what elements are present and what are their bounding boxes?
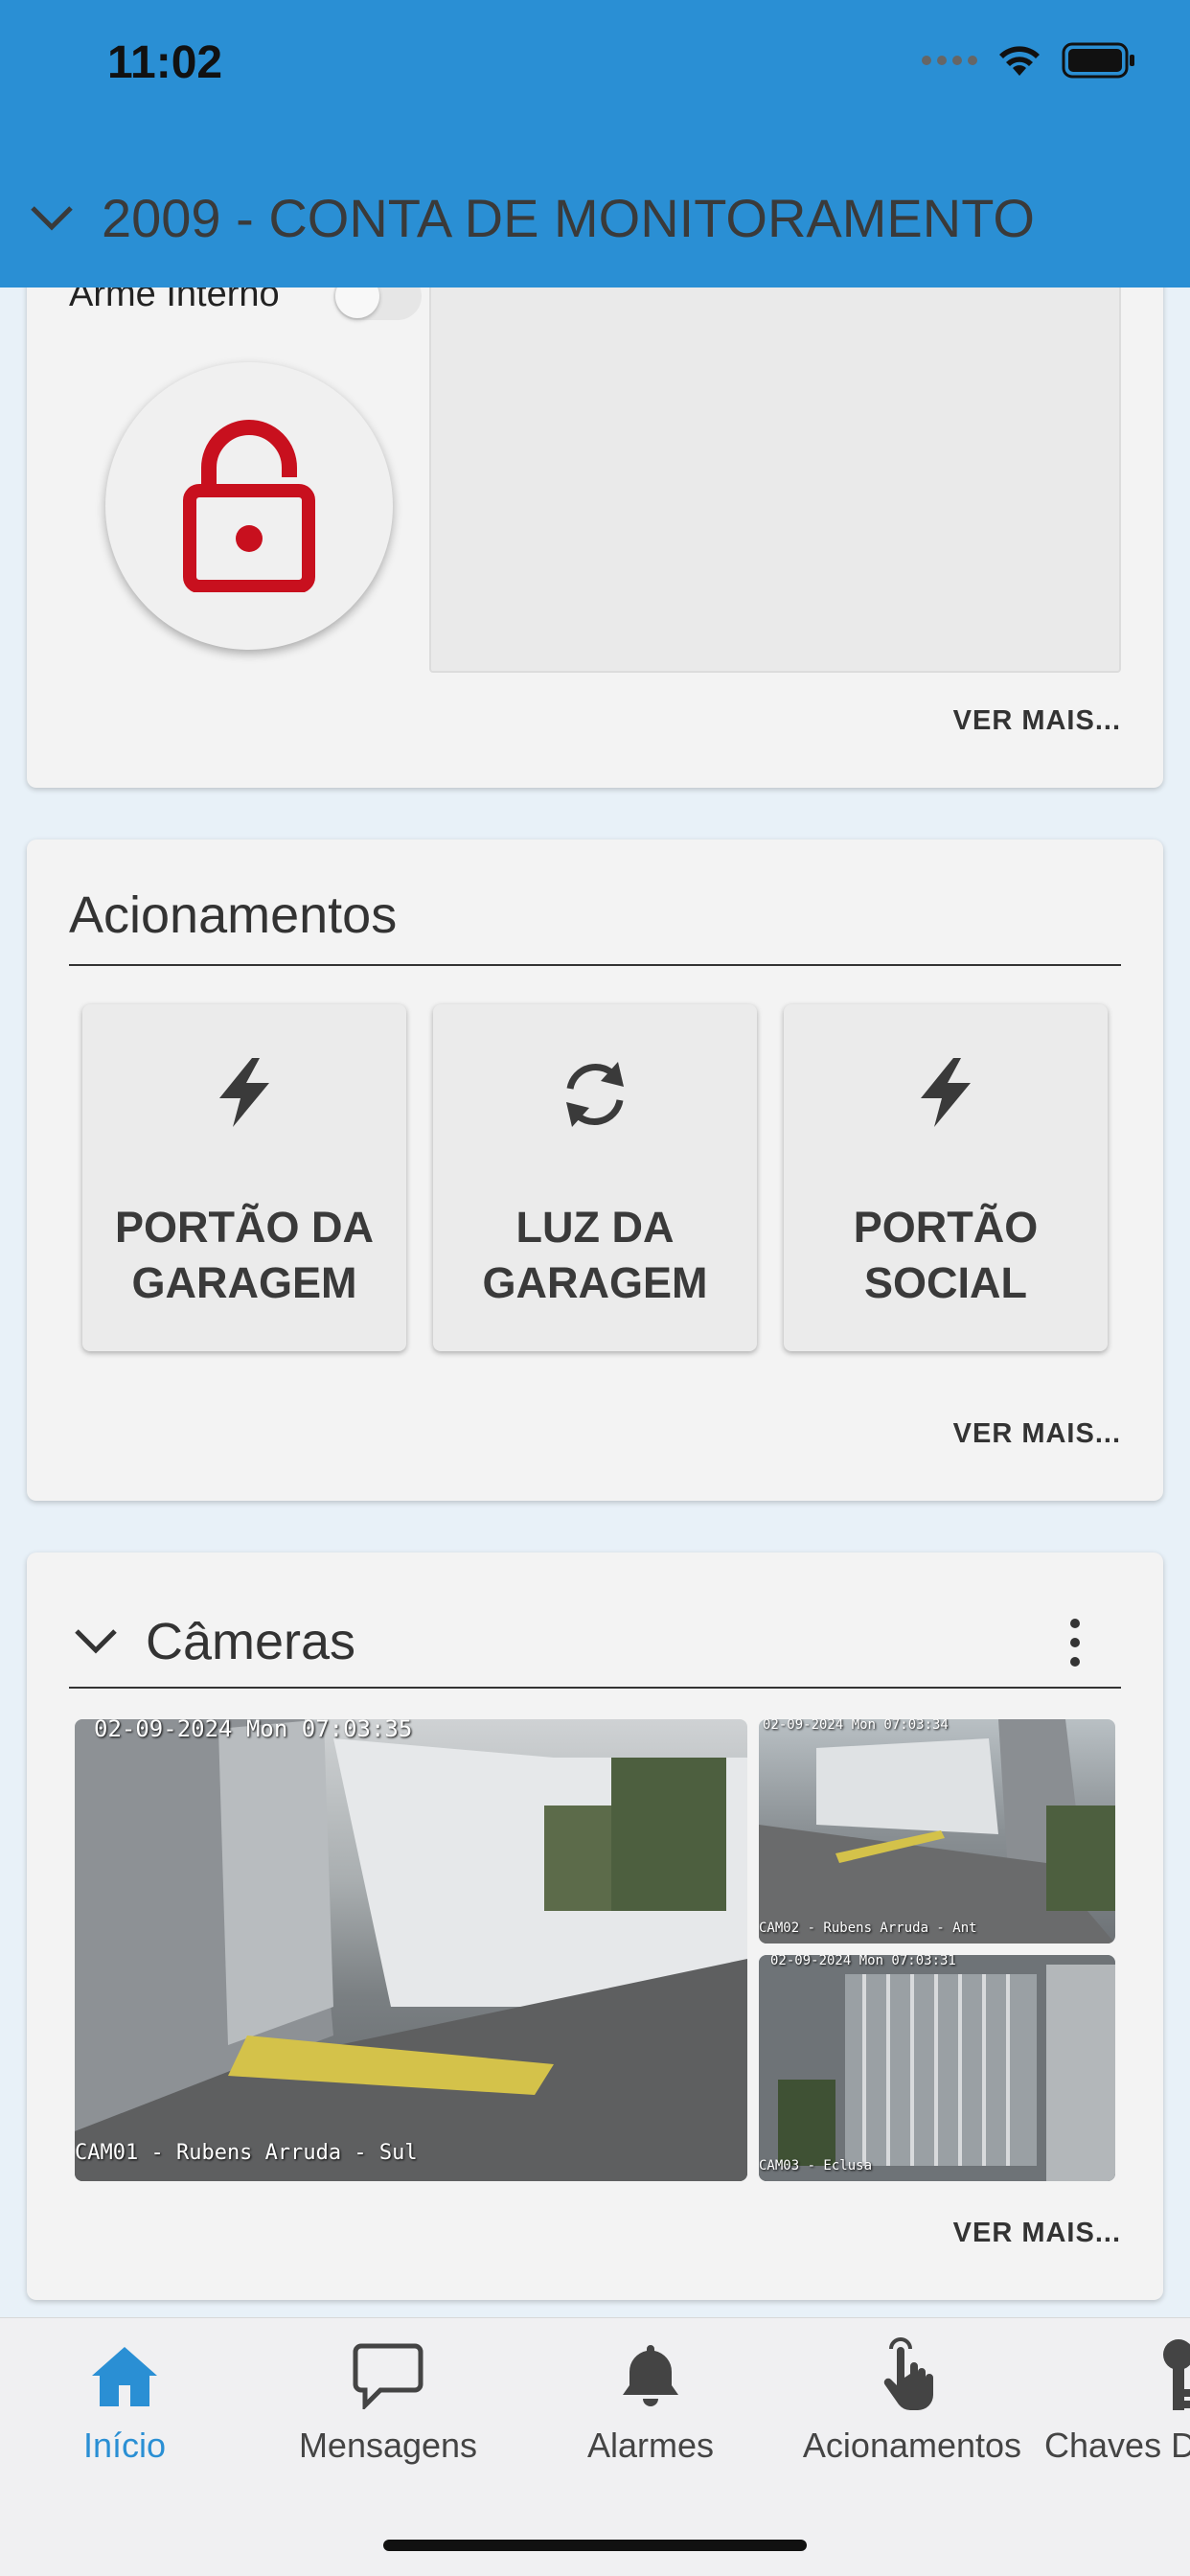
sync-icon <box>566 1062 624 1127</box>
tab-label: Alarmes <box>586 2426 715 2465</box>
tab-label: Acionamentos <box>802 2426 1022 2465</box>
status-time: 11:02 <box>107 37 223 88</box>
touch-hand-icon <box>883 2337 933 2410</box>
camera-timestamp: 02-09-2024 Mon 07:03:34 <box>763 1719 949 1733</box>
alarm-ver-mais-link[interactable]: VER MAIS... <box>953 705 1121 737</box>
lightning-icon <box>921 1058 971 1127</box>
luz-garagem-button[interactable]: LUZ DA GARAGEM <box>433 1004 757 1351</box>
button-label: PORTÃO DA GARAGEM <box>115 1203 374 1307</box>
cameras-ver-mais-link[interactable]: VER MAIS... <box>953 2218 1121 2249</box>
camera-image <box>75 1719 747 2181</box>
tab-mensagens[interactable]: Mensagens <box>263 2335 513 2466</box>
camera-image <box>759 1955 1115 2181</box>
camera-caption: CAM02 - Rubens Arruda - Ant <box>759 1920 977 1936</box>
key-icon <box>1163 2339 1190 2410</box>
tab-label: Mensagens <box>298 2426 478 2465</box>
button-label: LUZ DA GARAGEM <box>482 1203 708 1307</box>
arm-disarm-button[interactable] <box>105 362 393 650</box>
portao-social-button[interactable]: PORTÃO SOCIAL <box>784 1004 1108 1351</box>
partitions-panel: 1 2 <box>429 182 1121 673</box>
home-indicator <box>383 2540 807 2551</box>
section-divider <box>69 1687 1121 1689</box>
camera-caption: CAM03 - Eclusa <box>759 2158 873 2174</box>
section-divider <box>69 964 1121 966</box>
camera-image <box>759 1719 1115 1944</box>
portao-garagem-button[interactable]: PORTÃO DA GARAGEM <box>82 1004 406 1351</box>
account-title: 2009 - CONTA DE MONITORAMENTO <box>102 188 1035 248</box>
camera-caption: CAM01 - Rubens Arruda - Sul <box>75 2141 418 2165</box>
tab-label: Início <box>82 2426 167 2465</box>
wifi-icon <box>999 46 1040 76</box>
tab-acionamentos[interactable]: Acionamentos <box>788 2335 1037 2466</box>
more-vertical-icon[interactable] <box>1065 1618 1085 1668</box>
acionamentos-ver-mais-link[interactable]: VER MAIS... <box>953 1418 1121 1450</box>
chat-bubble-icon <box>353 2343 423 2409</box>
account-selector[interactable]: 2009 - CONTA DE MONITORAMENTO <box>29 187 1035 249</box>
camera-timestamp: 02-09-2024 Mon 07:03:35 <box>94 1719 413 1742</box>
camera-timestamp: 02-09-2024 Mon 07:03:31 <box>770 1955 956 1968</box>
chevron-down-icon[interactable] <box>73 1627 119 1656</box>
bottom-tab-bar: Início Mensagens Alarmes Acionamentos Ch… <box>0 2317 1190 2576</box>
cameras-title: Câmeras <box>146 1613 356 1670</box>
battery-icon <box>1062 42 1134 79</box>
signal-icon <box>922 56 977 65</box>
unlocked-padlock-icon <box>183 420 315 592</box>
home-icon <box>92 2347 157 2406</box>
status-icons <box>922 42 1136 79</box>
lightning-icon <box>219 1058 269 1127</box>
chevron-down-icon <box>31 205 73 231</box>
bell-icon <box>623 2345 678 2406</box>
camera-feed-3[interactable]: 02-09-2024 Mon 07:03:31 CAM03 - Eclusa <box>759 1955 1115 2181</box>
camera-feed-2[interactable]: 02-09-2024 Mon 07:03:34 CAM02 - Rubens A… <box>759 1719 1115 1944</box>
tab-label: Chaves D <box>1044 2426 1190 2465</box>
tab-chaves[interactable]: Chaves D <box>1044 2335 1190 2466</box>
app-header: 11:02 2009 - CONTA DE MONITORAMENTO <box>0 0 1190 288</box>
acionamentos-title: Acionamentos <box>69 886 398 944</box>
camera-feed-1[interactable]: 02-09-2024 Mon 07:03:35 CAM01 - Rubens A… <box>75 1719 747 2181</box>
tab-alarmes[interactable]: Alarmes <box>526 2335 775 2466</box>
button-label: PORTÃO SOCIAL <box>853 1203 1039 1307</box>
tab-inicio[interactable]: Início <box>0 2335 249 2466</box>
